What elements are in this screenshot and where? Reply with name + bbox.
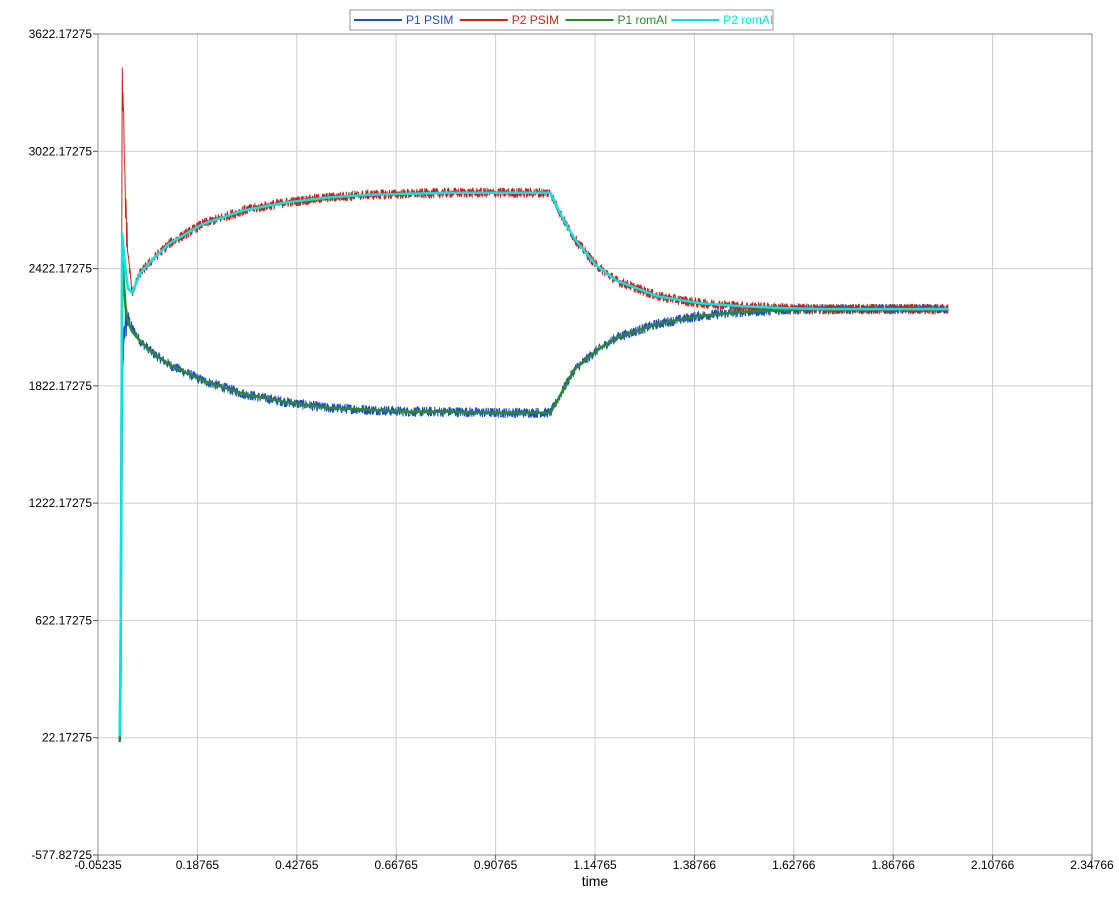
legend-label: P1 romAI: [618, 13, 668, 27]
x-tick-label: 0.18765: [176, 858, 220, 872]
y-tick-label: 3622.17275: [29, 27, 93, 41]
y-tick-label: 22.17275: [42, 731, 92, 745]
x-tick-label: 1.14765: [573, 858, 617, 872]
y-axis: -577.8272522.17275622.172751222.17275182…: [29, 27, 98, 862]
y-tick-label: 2422.17275: [29, 262, 93, 276]
x-tick-label: 2.34766: [1070, 858, 1114, 872]
legend-label: P2 romAI: [723, 13, 773, 27]
chart-container: -577.82725 22.17275 622.17275 1222.17275 182…: [0, 0, 1119, 895]
series-layer: [118, 67, 949, 743]
x-tick-label: 0.42765: [275, 858, 319, 872]
y-tick-label: 1822.17275: [29, 379, 93, 393]
y-tick-label: 1222.17275: [29, 496, 93, 510]
series-line-p1-psim: [119, 303, 949, 737]
x-tick-label: 1.38766: [673, 858, 717, 872]
x-tick-label: 1.86766: [872, 858, 916, 872]
x-axis-title: time: [582, 873, 609, 889]
x-tick-label: 1.62766: [772, 858, 816, 872]
x-tick-label: 0.66765: [375, 858, 419, 872]
x-tick-label: 2.10766: [971, 858, 1015, 872]
series-line-p1-romai: [118, 252, 949, 743]
grid-layer: [97, 33, 1093, 856]
series-line-p2-romai: [118, 191, 949, 737]
line-chart: -577.8272522.17275622.172751222.17275182…: [29, 9, 1114, 889]
x-axis: -0.05235 0.18765 0.42765 0.66765 0.90765 1.14…: [74, 855, 1114, 872]
y-tick-label: 622.17275: [35, 613, 92, 627]
legend-label: P1 PSIM: [406, 13, 453, 27]
series-line-p2-psim: [119, 67, 949, 736]
legend[interactable]: P1 PSIM P2 PSIM P1 romAI P2 romAI: [349, 9, 774, 31]
y-tick-label: 3022.17275: [29, 144, 93, 158]
x-tick-label: -0.05235: [74, 858, 122, 872]
x-tick-label: 0.90765: [474, 858, 518, 872]
legend-label: P2 PSIM: [512, 13, 559, 27]
